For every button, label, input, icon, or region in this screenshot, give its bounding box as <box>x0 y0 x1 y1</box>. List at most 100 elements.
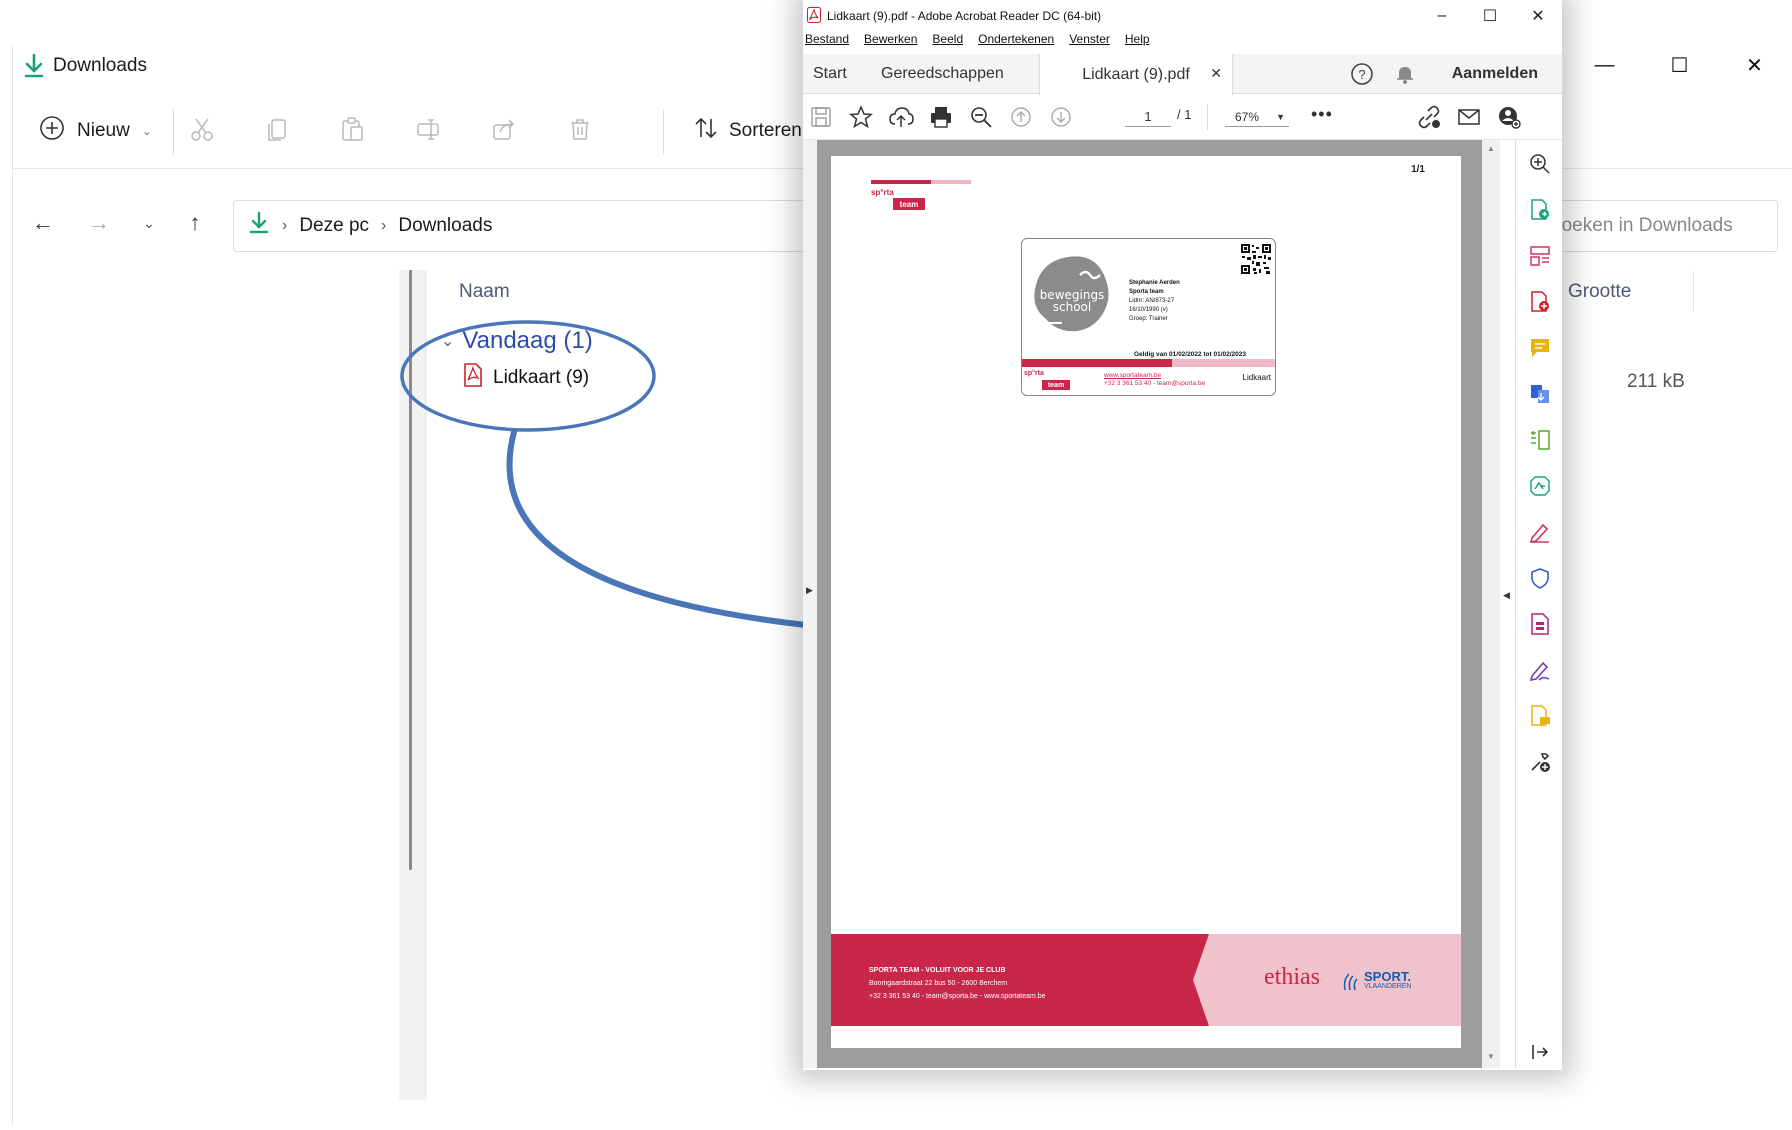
maximize-button[interactable]: ☐ <box>1642 45 1717 85</box>
column-header-size[interactable]: Grootte <box>1568 281 1631 303</box>
minimize-button[interactable]: — <box>1567 45 1642 85</box>
breadcrumb-downloads[interactable]: Downloads <box>398 215 492 237</box>
menu-item-window[interactable]: Venster <box>1069 32 1110 54</box>
chevron-right-icon: ▶ <box>806 585 813 595</box>
star-icon[interactable] <box>847 103 875 131</box>
left-pane-toggle[interactable]: ▶ <box>803 140 817 1068</box>
pane-divider[interactable] <box>425 270 426 1090</box>
zoom-in-icon[interactable] <box>1528 152 1552 176</box>
forward-arrow-icon[interactable]: → <box>83 207 115 239</box>
print-icon[interactable] <box>927 103 955 131</box>
address-bar[interactable]: › Deze pc › Downloads <box>233 200 833 252</box>
tab-document[interactable]: Lidkaart (9).pdf ✕ <box>1039 54 1233 95</box>
team-logo-text: team <box>893 198 925 210</box>
nav-pane-scrollbar[interactable] <box>409 270 412 870</box>
right-pane-toggle[interactable]: ◀ <box>1500 140 1515 1068</box>
tab-tools[interactable]: Gereedschappen <box>881 54 1004 94</box>
protect-icon[interactable] <box>1528 566 1552 590</box>
page-number-input[interactable]: 1 <box>1125 107 1171 127</box>
toolbar-divider <box>1207 104 1208 130</box>
close-tab-icon[interactable]: ✕ <box>1210 65 1222 82</box>
close-button[interactable]: ✕ <box>1717 45 1792 85</box>
zoom-out-icon[interactable] <box>967 103 995 131</box>
birth-date: 16/10/1990 (v) <box>1129 307 1168 313</box>
breadcrumb-this-pc[interactable]: Deze pc <box>299 215 369 237</box>
vertical-scrollbar[interactable]: ▲ ▼ <box>1482 140 1500 1068</box>
bewegingsschool-logo: bewegings school <box>1034 256 1109 332</box>
acrobat-toolbar: 1 / 1 67% ▼ ••• <box>803 94 1562 140</box>
plus-circle-icon <box>39 115 65 147</box>
new-label: Nieuw <box>77 120 130 141</box>
menu-item-edit[interactable]: Bewerken <box>864 32 917 54</box>
sign-in-button[interactable]: Aanmelden <box>1452 54 1538 94</box>
maximize-button[interactable]: ☐ <box>1466 0 1514 32</box>
request-signature-icon[interactable] <box>1528 658 1552 682</box>
collapse-pane-icon[interactable] <box>1528 1040 1552 1064</box>
window-controls: — ☐ ✕ <box>1567 45 1792 85</box>
combine-files-icon[interactable] <box>1528 382 1552 406</box>
up-arrow-icon[interactable]: ↑ <box>179 207 211 239</box>
acrobat-window-title: Lidkaart (9).pdf - Adobe Acrobat Reader … <box>827 9 1102 23</box>
comment-icon[interactable] <box>1528 336 1552 360</box>
add-user-icon[interactable] <box>1495 103 1523 131</box>
menu-item-file[interactable]: Bestand <box>805 32 849 54</box>
close-button[interactable]: ✕ <box>1514 0 1562 32</box>
cut-icon[interactable] <box>185 112 219 146</box>
file-size: 211 kB <box>1627 371 1685 392</box>
prepare-form-icon[interactable] <box>1528 612 1552 636</box>
card-url: www.sportateam.be <box>1104 372 1162 379</box>
card-contact: +32 3 361 53 40 - team@sporta.be <box>1104 380 1206 387</box>
group-header-today[interactable]: ⌄ Vandaag (1) <box>441 327 593 355</box>
email-icon[interactable] <box>1455 103 1483 131</box>
member-number: Lidnr: AN/873-27 <box>1129 298 1175 304</box>
share-link-icon[interactable] <box>1415 103 1443 131</box>
organize-pages-icon[interactable] <box>1528 428 1552 452</box>
tab-document-label: Lidkaart (9).pdf <box>1082 65 1190 83</box>
acrobat-window-controls: – ☐ ✕ <box>1418 0 1562 32</box>
more-tools-icon[interactable] <box>1528 750 1552 774</box>
more-options-icon[interactable]: ••• <box>1311 104 1333 125</box>
zoom-value: 67% <box>1235 109 1260 124</box>
card-type-label: Lidkaart <box>1242 373 1271 382</box>
edit-pdf-icon[interactable] <box>1528 244 1552 268</box>
minimize-button[interactable]: – <box>1418 0 1466 32</box>
footer-contact: +32 3 361 53 40 - team@sporta.be - www.s… <box>869 993 1046 1000</box>
back-arrow-icon[interactable]: ← <box>27 207 59 239</box>
scroll-down-icon[interactable]: ▼ <box>1487 1052 1495 1061</box>
share-icon[interactable] <box>487 112 521 146</box>
help-icon[interactable]: ? <box>1350 62 1374 86</box>
save-icon[interactable] <box>807 103 835 131</box>
toolbar-divider <box>663 109 664 155</box>
export-pdf-icon[interactable] <box>1528 198 1552 222</box>
rename-icon[interactable] <box>411 112 445 146</box>
bell-icon[interactable] <box>1393 62 1417 86</box>
menu-item-view[interactable]: Beeld <box>932 32 963 54</box>
search-placeholder: Zoeken in Downloads <box>1550 215 1733 236</box>
new-button[interactable]: Nieuw ⌄ <box>39 111 152 151</box>
copy-icon[interactable] <box>261 112 295 146</box>
sort-button[interactable]: Sorteren <box>693 111 802 151</box>
column-divider[interactable] <box>1693 271 1694 311</box>
menu-item-sign[interactable]: Ondertekenen <box>978 32 1054 54</box>
zoom-select[interactable]: 67% ▼ <box>1225 107 1289 127</box>
chevron-down-icon: ⌄ <box>141 124 152 138</box>
previous-page-icon[interactable] <box>1007 103 1035 131</box>
create-pdf-icon[interactable] <box>1528 290 1552 314</box>
tab-start[interactable]: Start <box>813 54 847 94</box>
scan-ocr-icon[interactable] <box>1528 474 1552 498</box>
delete-icon[interactable] <box>563 112 597 146</box>
upload-cloud-icon[interactable] <box>887 103 915 131</box>
column-header-name[interactable]: Naam <box>459 281 510 303</box>
fill-sign-icon[interactable] <box>1528 520 1552 544</box>
sporta-logo-text: sp°rta <box>1024 370 1044 377</box>
next-page-icon[interactable] <box>1047 103 1075 131</box>
file-row[interactable]: Lidkaart (9) <box>463 363 589 393</box>
send-for-comments-icon[interactable] <box>1528 704 1552 728</box>
logo-stripe <box>931 180 971 184</box>
scroll-up-icon[interactable]: ▲ <box>1487 144 1495 153</box>
paste-icon[interactable] <box>335 112 369 146</box>
menu-item-help[interactable]: Help <box>1125 32 1150 54</box>
chevron-right-icon: › <box>381 217 387 234</box>
recent-chevron-icon[interactable]: ⌄ <box>133 207 165 239</box>
chevron-down-icon: ⌄ <box>441 333 455 350</box>
